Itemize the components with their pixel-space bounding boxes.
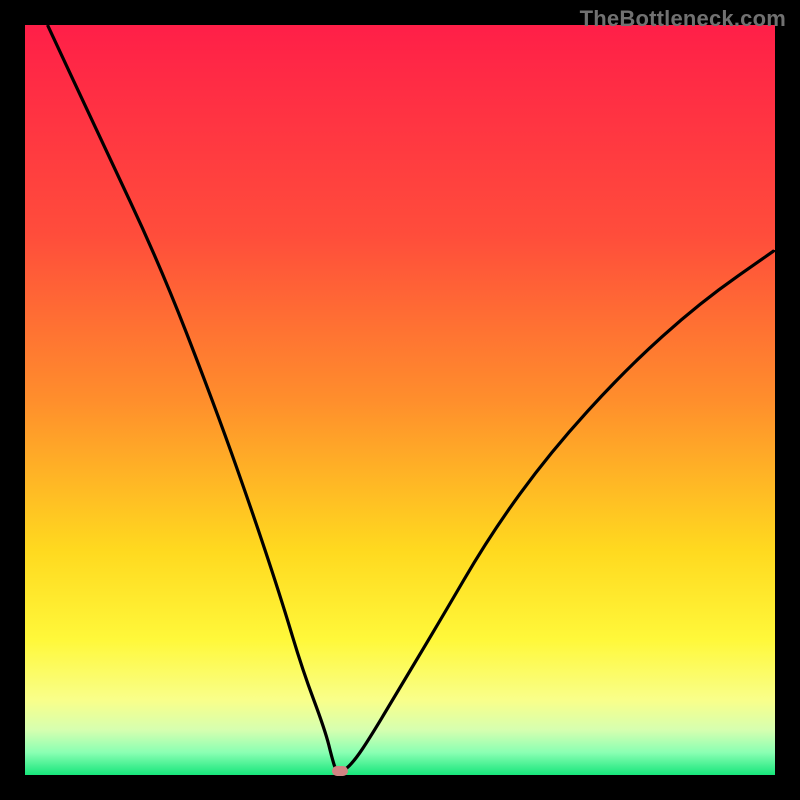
watermark: TheBottleneck.com [580,6,786,32]
bottleneck-curve [25,25,775,775]
chart-frame: TheBottleneck.com [0,0,800,800]
optimum-marker [332,766,348,776]
plot-area [25,25,775,775]
